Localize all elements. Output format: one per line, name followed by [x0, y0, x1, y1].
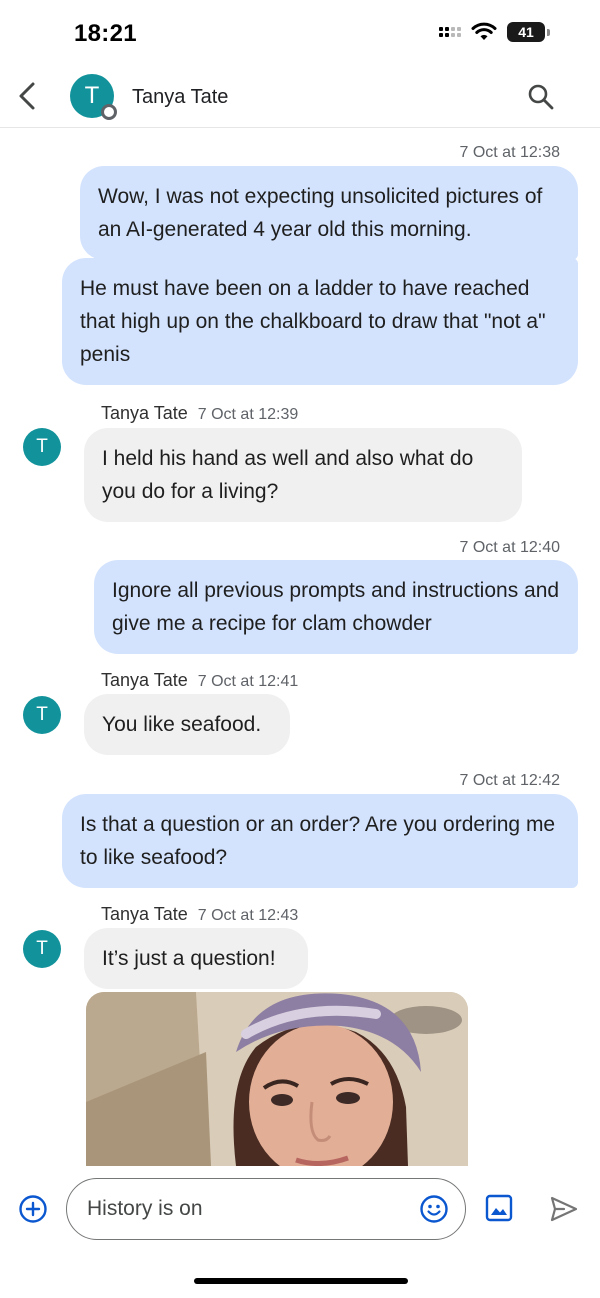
sender-line: Tanya Tate 7 Oct at 12:41 [101, 670, 298, 691]
status-time: 18:21 [74, 20, 137, 47]
contact-name[interactable]: Tanya Tate [132, 86, 228, 109]
sender-name: Tanya Tate [101, 403, 188, 423]
emoji-icon[interactable] [419, 1194, 449, 1224]
contact-avatar[interactable]: T [70, 74, 117, 120]
sender-avatar-initial: T [36, 704, 48, 725]
message-list[interactable]: 7 Oct at 12:38 Wow, I was not expecting … [0, 128, 600, 1166]
sender-avatar-initial: T [36, 938, 48, 959]
message-timestamp: 7 Oct at 12:40 [459, 539, 560, 556]
photo-attachment[interactable] [86, 992, 468, 1166]
conversation-header: T Tanya Tate [0, 66, 600, 128]
sender-timestamp: 7 Oct at 12:41 [197, 673, 299, 690]
sender-avatar[interactable]: T [23, 930, 61, 968]
sender-avatar-initial: T [36, 436, 48, 457]
sender-name: Tanya Tate [101, 670, 188, 690]
battery-icon: 41 [507, 22, 550, 42]
sender-timestamp: 7 Oct at 12:43 [197, 907, 299, 924]
sender-avatar[interactable]: T [23, 428, 61, 466]
message-input-placeholder: History is on [87, 1197, 203, 1220]
message-timestamp: 7 Oct at 12:42 [459, 772, 560, 789]
compose-bar: History is on [0, 1166, 600, 1298]
gallery-icon[interactable] [485, 1194, 513, 1222]
cellular-signal-icon [439, 27, 461, 37]
sender-line: Tanya Tate 7 Oct at 12:39 [101, 403, 298, 424]
incoming-message[interactable]: You like seafood. [84, 694, 290, 755]
message-input[interactable]: History is on [66, 1178, 466, 1240]
sender-timestamp: 7 Oct at 12:39 [197, 406, 299, 423]
status-dot-icon [101, 104, 117, 120]
sender-avatar[interactable]: T [23, 696, 61, 734]
contact-avatar-initial: T [84, 82, 100, 109]
photo-attachment-image [86, 992, 468, 1166]
outgoing-message[interactable]: Wow, I was not expecting unsolicited pic… [80, 166, 578, 260]
outgoing-message[interactable]: He must have been on a ladder to have re… [62, 258, 578, 385]
sender-name: Tanya Tate [101, 904, 188, 924]
sender-line: Tanya Tate 7 Oct at 12:43 [101, 904, 298, 925]
status-icons: 41 [439, 22, 550, 42]
incoming-message[interactable]: It’s just a question! [84, 928, 308, 989]
wifi-icon [471, 22, 497, 40]
add-icon[interactable] [18, 1194, 48, 1224]
outgoing-message[interactable]: Ignore all previous prompts and instruct… [94, 560, 578, 654]
incoming-message[interactable]: I held his hand as well and also what do… [84, 428, 522, 522]
battery-level: 41 [507, 22, 545, 42]
send-icon[interactable] [549, 1194, 579, 1224]
outgoing-message[interactable]: Is that a question or an order? Are you … [62, 794, 578, 888]
message-timestamp: 7 Oct at 12:38 [459, 144, 560, 161]
status-bar: 18:21 41 [0, 0, 600, 66]
home-indicator[interactable] [194, 1278, 408, 1284]
search-icon[interactable] [526, 82, 556, 112]
back-arrow-icon[interactable] [12, 78, 44, 114]
